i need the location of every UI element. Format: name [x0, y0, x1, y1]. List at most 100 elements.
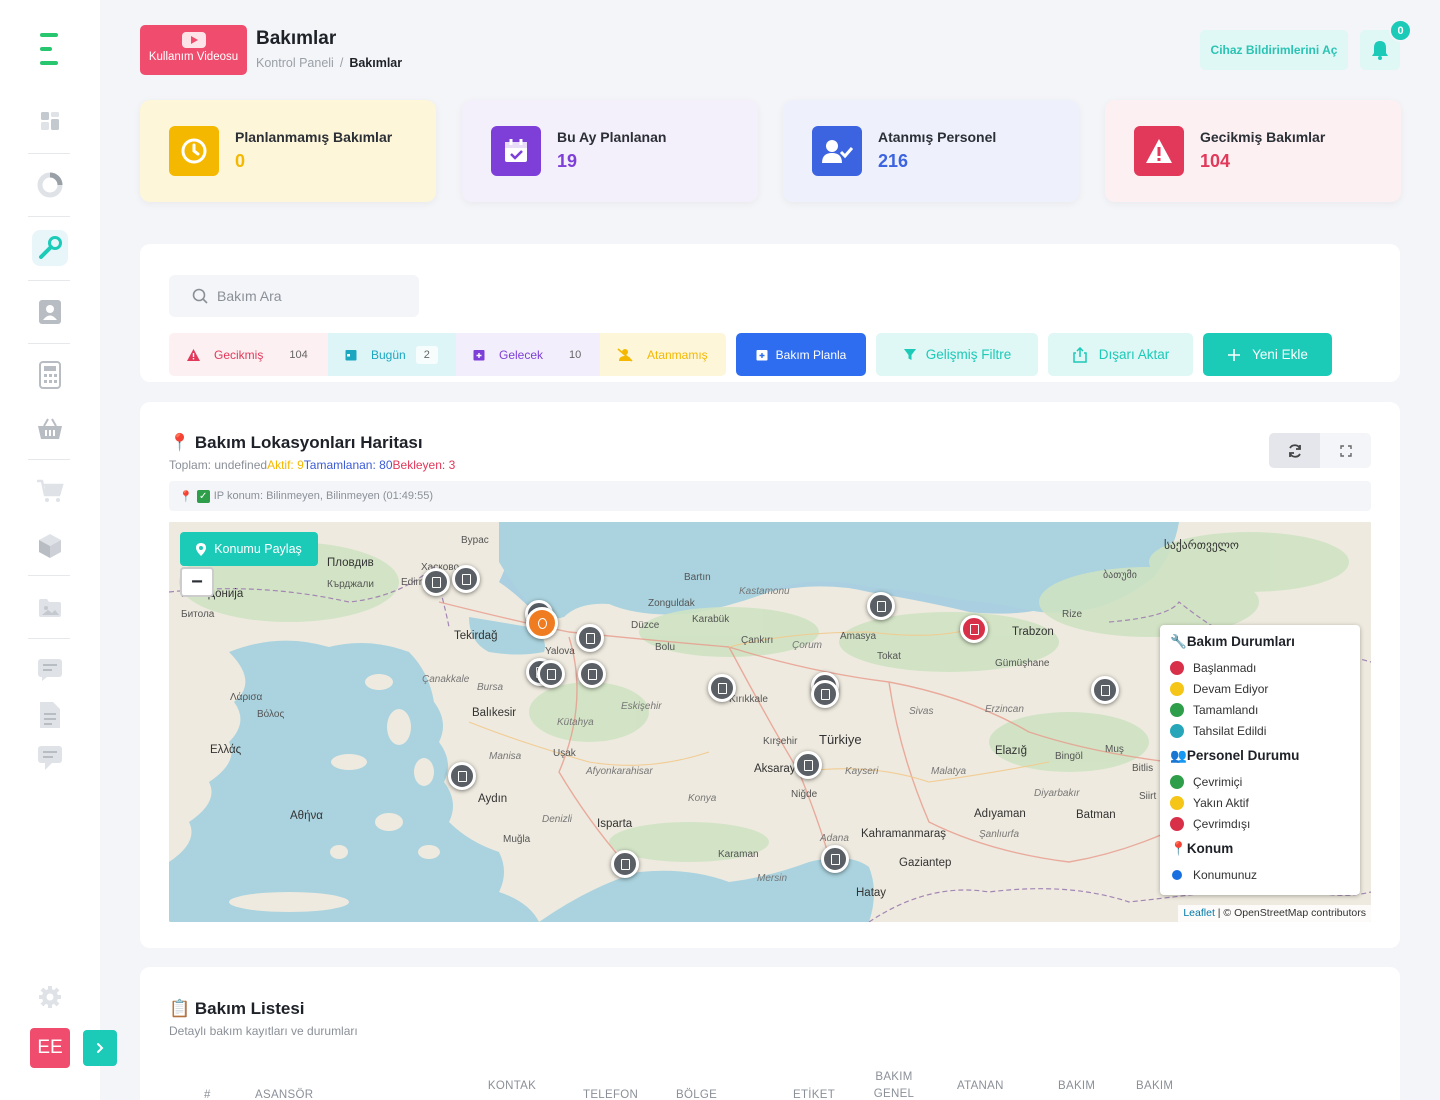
- message-icon[interactable]: [32, 652, 68, 688]
- filter-chip-today[interactable]: Bugün 2: [328, 333, 456, 376]
- map-label: Ελλάς: [210, 744, 242, 756]
- maintenance-marker[interactable]: [422, 568, 450, 596]
- plus-icon: [1228, 348, 1241, 361]
- map-attribution: Leaflet | © OpenStreetMap contributors: [1178, 905, 1371, 922]
- fullscreen-button[interactable]: [1320, 433, 1371, 468]
- basket-icon[interactable]: [32, 411, 68, 447]
- map-label: Niğde: [791, 789, 818, 800]
- user-avatar[interactable]: EE: [30, 1028, 70, 1068]
- chat-icon[interactable]: [32, 740, 68, 776]
- list-title: 📋 Bakım Listesi: [169, 999, 305, 1019]
- maintenance-marker[interactable]: [1091, 676, 1119, 704]
- maintenance-marker[interactable]: [611, 850, 639, 878]
- maintenance-marker[interactable]: [794, 751, 822, 779]
- column-header-maintenance-2[interactable]: BAKIM: [1136, 1078, 1173, 1095]
- map-label: Uşak: [553, 748, 576, 759]
- maintenance-marker[interactable]: [811, 680, 839, 708]
- analytics-icon[interactable]: [32, 167, 68, 203]
- chevron-right-icon: [97, 1043, 104, 1053]
- maintenance-marker[interactable]: [452, 565, 480, 593]
- stat-card-assigned-staff[interactable]: Atanmış Personel 216: [783, 100, 1079, 202]
- stat-card-this-month[interactable]: Bu Ay Planlanan 19: [462, 100, 758, 202]
- stat-card-overdue[interactable]: Gecikmiş Bakımlar 104: [1105, 100, 1401, 202]
- box-icon[interactable]: [32, 528, 68, 564]
- filter-chip-overdue[interactable]: Gecikmiş 104: [169, 333, 328, 376]
- menu-logo-icon[interactable]: [40, 33, 58, 67]
- maintenance-marker[interactable]: [537, 660, 565, 688]
- maintenance-marker[interactable]: [867, 592, 895, 620]
- map-label: Adana: [820, 833, 849, 844]
- plan-maintenance-button[interactable]: Bakım Planla: [736, 333, 866, 376]
- location-marker-icon: [196, 542, 207, 556]
- column-header-phone[interactable]: TELEFON: [583, 1087, 638, 1100]
- cart-icon[interactable]: [32, 473, 68, 509]
- document-icon[interactable]: [32, 697, 68, 733]
- folder-image-icon[interactable]: [32, 590, 68, 626]
- map-label: Düzce: [631, 620, 660, 631]
- waiting-label: Bekleyen:: [392, 458, 449, 472]
- column-header-region[interactable]: BÖLGE: [676, 1087, 717, 1100]
- maintenance-marker[interactable]: [578, 660, 606, 688]
- total-value: undefined: [214, 458, 268, 472]
- column-header-elevator[interactable]: ASANSÖR: [255, 1087, 313, 1100]
- export-button[interactable]: Dışarı Aktar: [1048, 333, 1193, 376]
- map-label: Muğla: [503, 834, 531, 845]
- tutorial-video-button[interactable]: Kullanım Videosu: [140, 25, 247, 75]
- map-label: Diyarbakır: [1034, 788, 1080, 799]
- legend-item: Tamamlandı: [1170, 699, 1350, 720]
- leaflet-link[interactable]: Leaflet: [1183, 907, 1215, 919]
- breadcrumb-separator: /: [339, 56, 344, 70]
- calculator-icon[interactable]: [32, 357, 68, 393]
- filter-chip-label: Bugün: [371, 347, 406, 362]
- refresh-map-button[interactable]: [1269, 433, 1320, 468]
- map-stats: Toplam: undefinedAktif: 9Tamamlanan: 80B…: [169, 458, 455, 472]
- maintenance-marker[interactable]: [708, 674, 736, 702]
- maintenance-marker-not-started[interactable]: [960, 615, 988, 643]
- ip-location-bar: 📍 ✓ IP konum: Bilinmeyen, Bilinmeyen (01…: [169, 481, 1371, 511]
- search-box[interactable]: [169, 275, 419, 317]
- maintenance-marker[interactable]: [448, 762, 476, 790]
- maintenance-map[interactable]: Пловдив Кърджали Хасково Edirne Bypac Te…: [169, 522, 1371, 922]
- column-header-maintenance[interactable]: BAKIM: [1058, 1078, 1095, 1095]
- map-label: Bingöl: [1055, 751, 1083, 762]
- user-slash-icon: [617, 347, 633, 362]
- column-header-assigned[interactable]: ATANAN: [957, 1078, 1004, 1095]
- contacts-icon[interactable]: [32, 294, 68, 330]
- maintenance-marker[interactable]: [821, 845, 849, 873]
- zoom-out-button[interactable]: −: [180, 567, 214, 597]
- column-header-tag[interactable]: ETİKET: [793, 1087, 835, 1100]
- user-location-marker[interactable]: [526, 607, 558, 639]
- legend-staff-title-text: Personel Durumu: [1186, 748, 1300, 763]
- search-input[interactable]: [217, 275, 407, 317]
- maintenance-wrench-icon[interactable]: [32, 230, 68, 266]
- map-label: Çankırı: [741, 635, 774, 646]
- calendar-plus-icon: [473, 350, 485, 361]
- filter-chip-unassigned[interactable]: Atanmamış: [600, 333, 726, 376]
- legend-label: Çevrimdışı: [1193, 816, 1251, 831]
- stat-card-unplanned[interactable]: Planlanmamış Bakımlar 0: [140, 100, 436, 202]
- map-label: Kırıkkale: [729, 694, 768, 705]
- map-label: Βόλος: [257, 709, 285, 720]
- sidebar-expand-button[interactable]: [83, 1030, 117, 1066]
- map-label: Kütahya: [557, 717, 594, 728]
- legend-staff-title: 👥Personel Durumu: [1170, 748, 1350, 764]
- add-new-button[interactable]: Yeni Ekle: [1203, 333, 1332, 376]
- dashboard-icon[interactable]: [32, 103, 68, 139]
- enable-device-notifications-button[interactable]: Cihaz Bildirimlerini Aç: [1200, 30, 1348, 70]
- share-location-button[interactable]: Konumu Paylaş: [180, 532, 318, 566]
- column-header-maintenance-general[interactable]: BAKIM GENEL: [867, 1069, 921, 1100]
- maintenance-list-panel: 📋 Bakım Listesi Detaylı bakım kayıtları …: [140, 967, 1400, 1100]
- filter-chip-label: Gelecek: [499, 347, 544, 362]
- column-header-index[interactable]: #: [204, 1087, 211, 1100]
- map-label: Sivas: [909, 706, 934, 717]
- advanced-filter-button[interactable]: Gelişmiş Filtre: [876, 333, 1038, 376]
- map-title-text: Bakım Lokasyonları Haritası: [194, 433, 423, 452]
- people-icon: 👥: [1170, 748, 1187, 763]
- settings-gear-icon[interactable]: [32, 979, 68, 1015]
- filter-chip-count: 2: [415, 345, 438, 364]
- breadcrumb-home[interactable]: Kontrol Paneli: [256, 56, 334, 70]
- column-header-contact[interactable]: KONTAK: [480, 1078, 544, 1095]
- maintenance-marker[interactable]: [576, 624, 604, 652]
- filter-chip-upcoming[interactable]: Gelecek 10: [456, 333, 600, 376]
- user-check-icon: [812, 126, 862, 176]
